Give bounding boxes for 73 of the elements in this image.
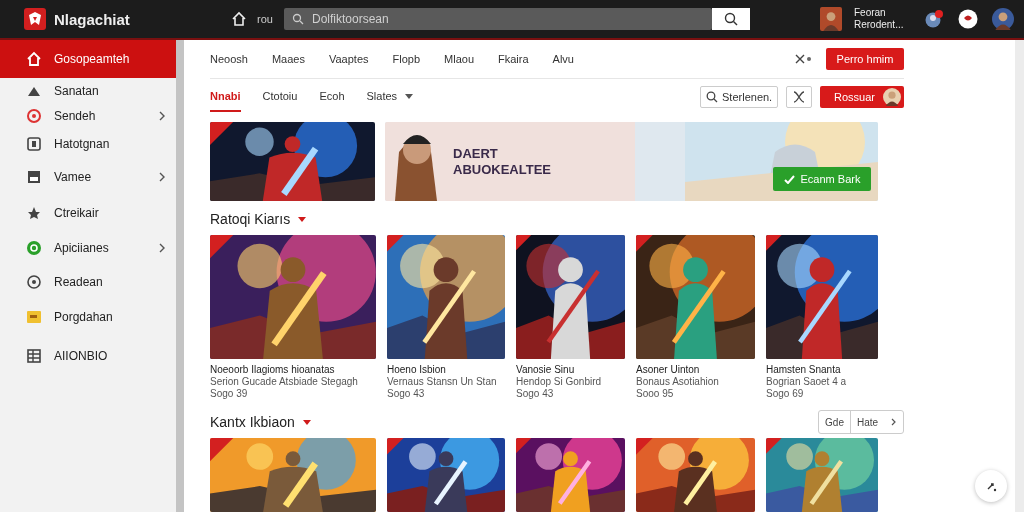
caret-icon[interactable] [302, 419, 311, 425]
floating-button[interactable] [975, 470, 1007, 502]
game-subtitle: Serion Gucade Atsbiade Stegagh [210, 376, 359, 388]
tab[interactable]: Ctotoiu [262, 82, 298, 112]
game-subtitle: Hendop Si Gonbird [516, 376, 603, 388]
nav-link[interactable]: Vaaptes [328, 53, 369, 65]
home-icon [26, 51, 42, 67]
sidebar-item[interactable]: Ctreikair [0, 195, 176, 230]
close-icon[interactable] [795, 54, 812, 64]
tab[interactable]: Slates [366, 82, 414, 112]
nav-link[interactable]: Alvu [552, 53, 574, 65]
tab[interactable]: Ecoh [319, 82, 345, 112]
game-title[interactable]: Hamsten Snanta [766, 364, 878, 376]
game-title[interactable]: Asoner Uinton [636, 364, 755, 376]
search-icon [292, 13, 304, 25]
notification-icon[interactable] [924, 9, 944, 29]
caret-icon[interactable] [298, 216, 307, 222]
primary-button[interactable]: Perro hmim [826, 48, 904, 70]
brand-name[interactable]: Nlagachiat [54, 10, 214, 28]
sidebar-item[interactable]: Hatotgnan [0, 128, 176, 159]
game-meta: Sogo 69 [766, 388, 805, 400]
table-icon [26, 348, 42, 364]
nav-link[interactable]: Mlaou [444, 53, 474, 65]
game-meta: Sooo 95 [636, 388, 675, 400]
sidebar-item[interactable]: Apiciianes [0, 230, 176, 265]
scrollbar[interactable] [1015, 40, 1024, 512]
square-icon [26, 135, 42, 152]
tab[interactable]: Nnabi [210, 82, 241, 112]
game-subtitle: Bonaus Asotiahion [636, 376, 720, 388]
sort-control[interactable]: Gde Hate [818, 410, 904, 434]
target-icon [26, 107, 42, 124]
section-title: Kantx Ikbiaon [210, 414, 295, 430]
sidebar-item[interactable]: Gosopeamteh [0, 40, 176, 78]
search-icon [706, 91, 719, 103]
user-subtitle: Rerodent... [854, 19, 905, 31]
game-meta: Sogo 43 [387, 388, 426, 400]
search-icon [724, 12, 738, 26]
avatar [883, 88, 901, 106]
game-title[interactable]: Hoeno Isbion [387, 364, 505, 376]
search-button[interactable] [712, 8, 750, 30]
nav-link[interactable]: Maaes [271, 53, 305, 65]
sidebar-item[interactable]: Sanatan [0, 78, 176, 103]
game-subtitle: Vernaus Stansn Un Stan [387, 376, 498, 388]
home-link[interactable]: rou [257, 13, 280, 25]
logo-icon[interactable] [24, 8, 46, 30]
calendar-icon [26, 169, 42, 185]
nav-link[interactable]: Flopb [392, 53, 421, 65]
caret-icon [405, 93, 414, 99]
chevron-icon [891, 418, 897, 426]
sidebar-item[interactable]: Sendeh [0, 103, 176, 128]
check-icon [783, 174, 795, 184]
game-meta: Sogo 43 [516, 388, 555, 400]
game-title[interactable]: Noeoorb Ilagioms hioanatas [210, 364, 376, 376]
game-meta: Sogo 39 [210, 388, 249, 400]
sidebar-item[interactable]: AIIONBIO [0, 335, 176, 377]
sidebar-item[interactable]: Vamee [0, 159, 176, 195]
section-title: Ratoqi Kiarıs [210, 211, 291, 227]
banner-headline: DAERT ABUOKEALTEE [453, 145, 551, 178]
search-field[interactable]: Dolfiktoorsean [284, 8, 712, 30]
primary-button[interactable]: Rossuar [820, 86, 904, 108]
search-field[interactable]: Sterlenen. [700, 86, 779, 108]
home-icon[interactable] [231, 11, 247, 27]
sidebar-item[interactable]: Porgdahan [0, 299, 176, 335]
nav-link[interactable]: Neoosh [210, 53, 248, 65]
circle-icon [26, 239, 42, 256]
user-name: Feoran [854, 7, 887, 19]
nav-link[interactable]: Fkaira [498, 53, 529, 65]
avatar[interactable] [820, 7, 842, 31]
shuffle-button[interactable] [786, 86, 813, 108]
avatar[interactable] [992, 8, 1014, 30]
game-title[interactable]: Vanosie Sinu [516, 364, 625, 376]
game-subtitle: Bogrian Saoet 4 a [766, 376, 848, 388]
sidebar-item[interactable]: Readean [0, 265, 176, 299]
